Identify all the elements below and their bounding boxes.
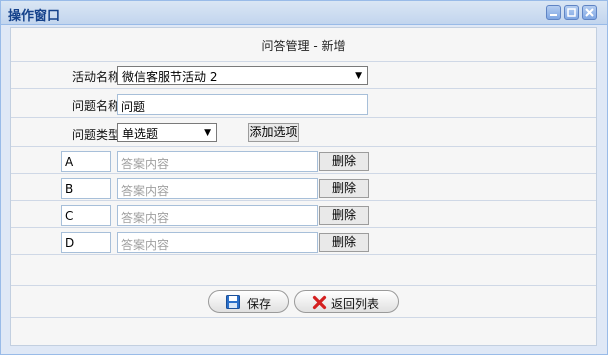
window-titlebar: 操作窗口	[1, 1, 607, 25]
option-letter-input[interactable]: B	[61, 178, 111, 199]
option-row: B 答案内容 删除	[11, 174, 596, 201]
question-row: 问题名称 问题	[11, 89, 596, 118]
option-row: A 答案内容 删除	[11, 147, 596, 174]
delete-option-button[interactable]: 删除	[319, 152, 369, 171]
window-title: 操作窗口	[8, 9, 61, 24]
option-letter: C	[65, 209, 74, 223]
minimize-button[interactable]	[546, 5, 561, 20]
actions-row: 保存 返回列表	[11, 286, 596, 318]
answer-placeholder: 答案内容	[121, 184, 170, 198]
question-label: 问题名称	[71, 99, 120, 113]
maximize-icon	[567, 8, 576, 17]
delete-option-button[interactable]: 删除	[319, 206, 369, 225]
add-option-button[interactable]: 添加选项	[248, 123, 299, 142]
minimize-icon	[550, 14, 557, 16]
activity-row: 活动名称 微信客服节活动 2 ▼	[11, 62, 596, 89]
activity-label: 活动名称	[71, 70, 120, 84]
type-label: 问题类型	[71, 128, 120, 142]
back-label: 返回列表	[331, 297, 380, 311]
answer-input[interactable]: 答案内容	[117, 232, 318, 253]
form-title: 问答管理 - 新增	[261, 39, 346, 53]
back-to-list-button[interactable]: 返回列表	[294, 290, 399, 313]
option-letter-input[interactable]: C	[61, 205, 111, 226]
save-label: 保存	[247, 297, 272, 311]
answer-placeholder: 答案内容	[121, 211, 170, 225]
form-title-row: 问答管理 - 新增	[11, 28, 596, 62]
activity-select[interactable]: 微信客服节活动 2 ▼	[117, 66, 368, 85]
form-panel: 问答管理 - 新增 活动名称 微信客服节活动 2 ▼ 问题名称 问题 问题类型 …	[10, 27, 597, 346]
red-x-icon	[312, 295, 327, 310]
question-input[interactable]: 问题	[117, 94, 368, 115]
option-letter-input[interactable]: D	[61, 232, 111, 253]
answer-input[interactable]: 答案内容	[117, 151, 318, 172]
maximize-button[interactable]	[564, 5, 579, 20]
type-row: 问题类型 单选题 ▼ 添加选项	[11, 118, 596, 147]
spacer-row	[11, 255, 596, 286]
question-input-value: 问题	[121, 100, 146, 114]
delete-option-button[interactable]: 删除	[319, 179, 369, 198]
answer-input[interactable]: 答案内容	[117, 205, 318, 226]
floppy-disk-icon	[226, 295, 240, 309]
answer-input[interactable]: 答案内容	[117, 178, 318, 199]
option-letter-input[interactable]: A	[61, 151, 111, 172]
answer-placeholder: 答案内容	[121, 238, 170, 252]
close-button[interactable]	[582, 5, 597, 20]
answer-placeholder: 答案内容	[121, 157, 170, 171]
dropdown-arrow-icon: ▼	[355, 71, 362, 81]
close-icon	[585, 8, 594, 17]
option-row: D 答案内容 删除	[11, 228, 596, 255]
type-select[interactable]: 单选题 ▼	[117, 123, 217, 142]
activity-select-value: 微信客服节活动 2	[122, 70, 218, 84]
option-letter: B	[65, 182, 74, 196]
delete-option-button[interactable]: 删除	[319, 233, 369, 252]
option-row: C 答案内容 删除	[11, 201, 596, 228]
option-letter: A	[65, 155, 74, 169]
type-select-value: 单选题	[122, 127, 159, 141]
operation-window: 操作窗口 问答管理 - 新增 活动名称 微信客服节活动 2 ▼ 问题名称 问题 …	[0, 0, 608, 355]
save-button[interactable]: 保存	[208, 290, 289, 313]
option-letter: D	[65, 236, 75, 250]
dropdown-arrow-icon: ▼	[204, 128, 211, 138]
